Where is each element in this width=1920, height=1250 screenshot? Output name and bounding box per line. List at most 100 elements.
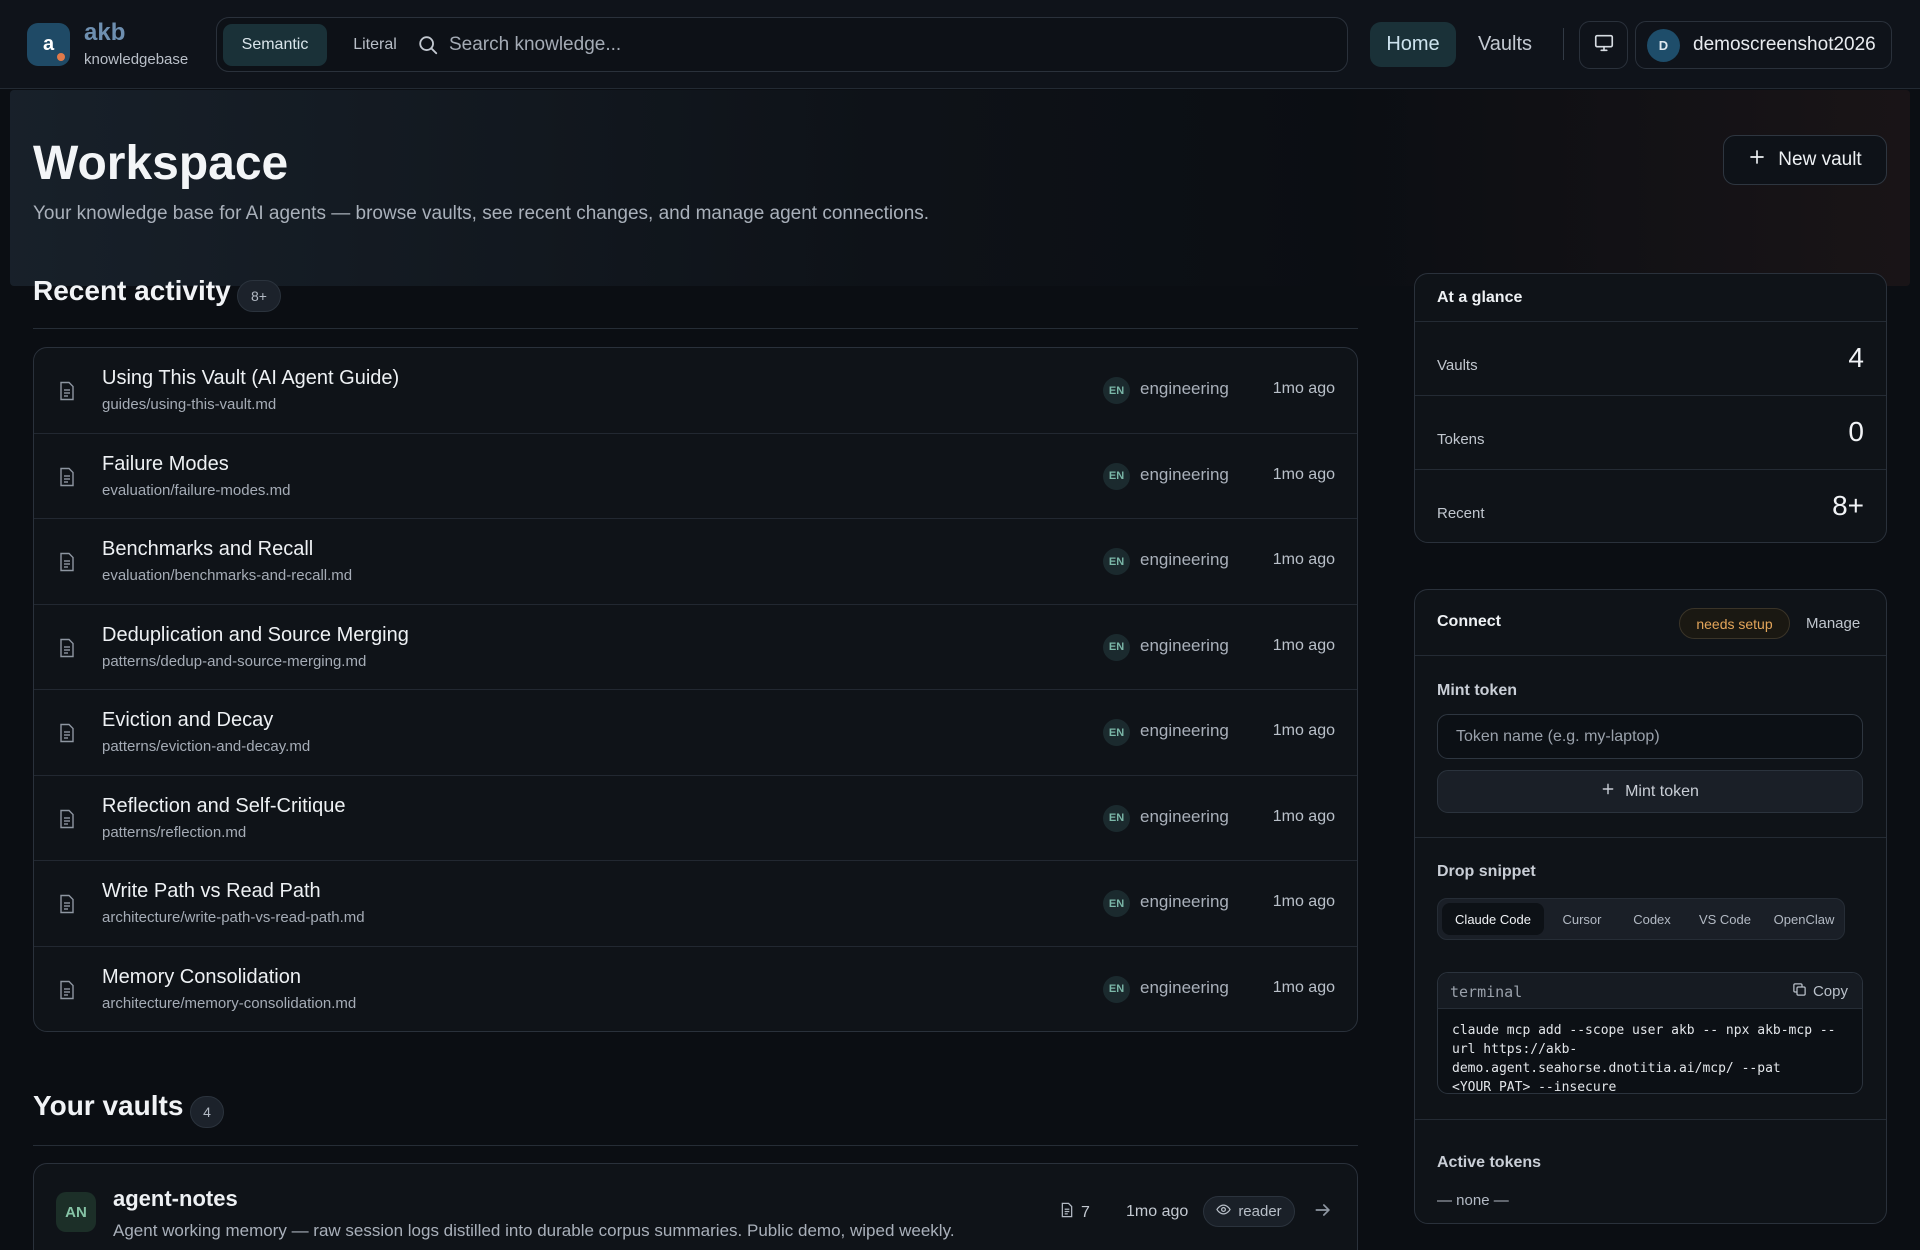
nav-vaults[interactable]: Vaults — [1466, 22, 1544, 67]
document-icon — [56, 635, 78, 661]
manage-link[interactable]: Manage — [1806, 615, 1860, 632]
list-item[interactable]: Eviction and Decay patterns/eviction-and… — [34, 690, 1357, 776]
new-vault-button[interactable]: New vault — [1723, 135, 1887, 185]
vault-card[interactable]: AN agent-notes Agent working memory — ra… — [33, 1163, 1358, 1250]
glance-row-tokens: Tokens 0 — [1415, 396, 1886, 470]
tab-openclaw[interactable]: OpenClaw — [1766, 903, 1842, 935]
document-icon — [56, 806, 78, 832]
item-vault: engineering — [1140, 721, 1229, 740]
connect-title: Connect — [1437, 613, 1501, 630]
item-vault: engineering — [1140, 550, 1229, 569]
recent-activity-title: Recent activity — [33, 275, 231, 306]
search-mode-literal[interactable]: Literal — [335, 24, 415, 66]
section-divider — [1415, 1119, 1886, 1120]
language-badge: EN — [1103, 975, 1130, 1003]
item-time: 1mo ago — [1272, 380, 1335, 397]
role-badge: reader — [1203, 1196, 1295, 1227]
app-name[interactable]: akb — [84, 19, 125, 47]
language-badge: EN — [1103, 462, 1130, 490]
list-item[interactable]: Reflection and Self-Critique patterns/re… — [34, 776, 1357, 861]
document-icon — [56, 977, 78, 1003]
at-a-glance-title: At a glance — [1437, 289, 1523, 306]
glance-value: 8+ — [1832, 490, 1864, 521]
search-icon — [417, 34, 439, 61]
token-name-input[interactable] — [1437, 714, 1863, 759]
mint-token-button[interactable]: Mint token — [1437, 770, 1863, 813]
list-item[interactable]: Benchmarks and Recall evaluation/benchma… — [34, 519, 1357, 605]
glance-value: 4 — [1848, 342, 1864, 373]
item-time: 1mo ago — [1272, 551, 1335, 568]
item-path: evaluation/failure-modes.md — [102, 481, 291, 499]
item-path: architecture/memory-consolidation.md — [102, 994, 357, 1012]
tab-codex[interactable]: Codex — [1620, 903, 1684, 935]
item-vault: engineering — [1140, 379, 1229, 398]
item-title: Reflection and Self-Critique — [102, 794, 346, 817]
page-subtitle: Your knowledge base for AI agents — brow… — [33, 203, 930, 224]
tab-cursor[interactable]: Cursor — [1548, 903, 1616, 935]
list-item[interactable]: Memory Consolidation architecture/memory… — [34, 947, 1357, 1032]
item-time: 1mo ago — [1272, 978, 1335, 996]
panel-header: At a glance — [1415, 274, 1886, 322]
plus-icon — [1601, 782, 1615, 801]
item-path: patterns/dedup-and-source-merging.md — [102, 652, 367, 670]
item-time: 1mo ago — [1272, 465, 1335, 483]
at-a-glance-panel: At a glance Vaults 4 Tokens 0 Recent 8+ — [1414, 273, 1887, 543]
language-badge: EN — [1103, 548, 1130, 575]
item-vault: engineering — [1140, 977, 1229, 997]
document-icon — [56, 464, 78, 490]
glance-row-recent: Recent 8+ — [1415, 470, 1886, 542]
new-vault-label: New vault — [1778, 149, 1862, 170]
tab-vs-code[interactable]: VS Code — [1688, 903, 1762, 935]
user-name: demoscreenshot2026 — [1693, 34, 1876, 55]
copy-icon — [1792, 982, 1807, 1001]
document-icon — [56, 720, 78, 746]
glance-label: Vaults — [1437, 357, 1478, 374]
item-title: Memory Consolidation — [102, 965, 301, 988]
item-title: Eviction and Decay — [102, 709, 274, 731]
item-path: patterns/eviction-and-decay.md — [102, 738, 311, 755]
item-vault: engineering — [1140, 806, 1229, 826]
vault-description: Agent working memory — raw session logs … — [113, 1221, 955, 1240]
code-snippet: terminal Copy claude mcp add --scope use… — [1437, 972, 1863, 1094]
avatar: D — [1647, 28, 1680, 62]
list-item[interactable]: Write Path vs Read Path architecture/wri… — [34, 861, 1357, 947]
search-input[interactable] — [449, 26, 1329, 64]
language-badge: EN — [1103, 633, 1130, 661]
user-menu-button[interactable]: D demoscreenshot2026 — [1635, 21, 1892, 69]
item-time: 1mo ago — [1272, 807, 1335, 825]
hero-background — [10, 90, 1910, 286]
eye-icon — [1216, 1202, 1232, 1221]
recent-count-badge: 8+ — [237, 280, 281, 312]
glance-row-vaults: Vaults 4 — [1415, 322, 1886, 396]
list-item[interactable]: Deduplication and Source Merging pattern… — [34, 605, 1357, 690]
tab-claude-code[interactable]: Claude Code — [1442, 903, 1544, 935]
active-tokens-empty: — none — — [1437, 1192, 1509, 1209]
app-subtitle: knowledgebase — [84, 51, 189, 68]
copy-button[interactable]: Copy — [1792, 982, 1848, 1001]
glance-label: Recent — [1437, 505, 1485, 522]
search-mode-semantic[interactable]: Semantic — [223, 24, 327, 66]
item-path: guides/using-this-vault.md — [102, 396, 277, 413]
code-header: terminal Copy — [1438, 973, 1862, 1009]
item-time: 1mo ago — [1272, 636, 1335, 654]
panel-header: Connect needs setup Manage — [1415, 590, 1886, 656]
list-item[interactable]: Failure Modes evaluation/failure-modes.m… — [34, 434, 1357, 519]
language-badge: EN — [1103, 890, 1130, 917]
item-time: 1mo ago — [1272, 893, 1335, 910]
language-badge: EN — [1103, 804, 1130, 832]
nav-home[interactable]: Home — [1370, 22, 1456, 67]
display-toggle-button[interactable] — [1579, 21, 1628, 69]
logo-badge[interactable]: a — [27, 23, 70, 66]
vault-avatar: AN — [56, 1192, 96, 1232]
vaults-count-badge: 4 — [190, 1096, 224, 1128]
language-badge: EN — [1103, 377, 1130, 404]
arrow-right-icon[interactable] — [1313, 1200, 1333, 1225]
plus-icon — [1748, 148, 1766, 172]
item-title: Benchmarks and Recall — [102, 538, 314, 560]
list-item[interactable]: Using This Vault (AI Agent Guide) guides… — [34, 348, 1357, 434]
item-vault: engineering — [1140, 464, 1229, 484]
item-path: architecture/write-path-vs-read-path.md — [102, 909, 365, 926]
section-divider — [1415, 837, 1886, 838]
copy-label: Copy — [1812, 983, 1848, 1000]
vault-name: agent-notes — [113, 1186, 238, 1211]
